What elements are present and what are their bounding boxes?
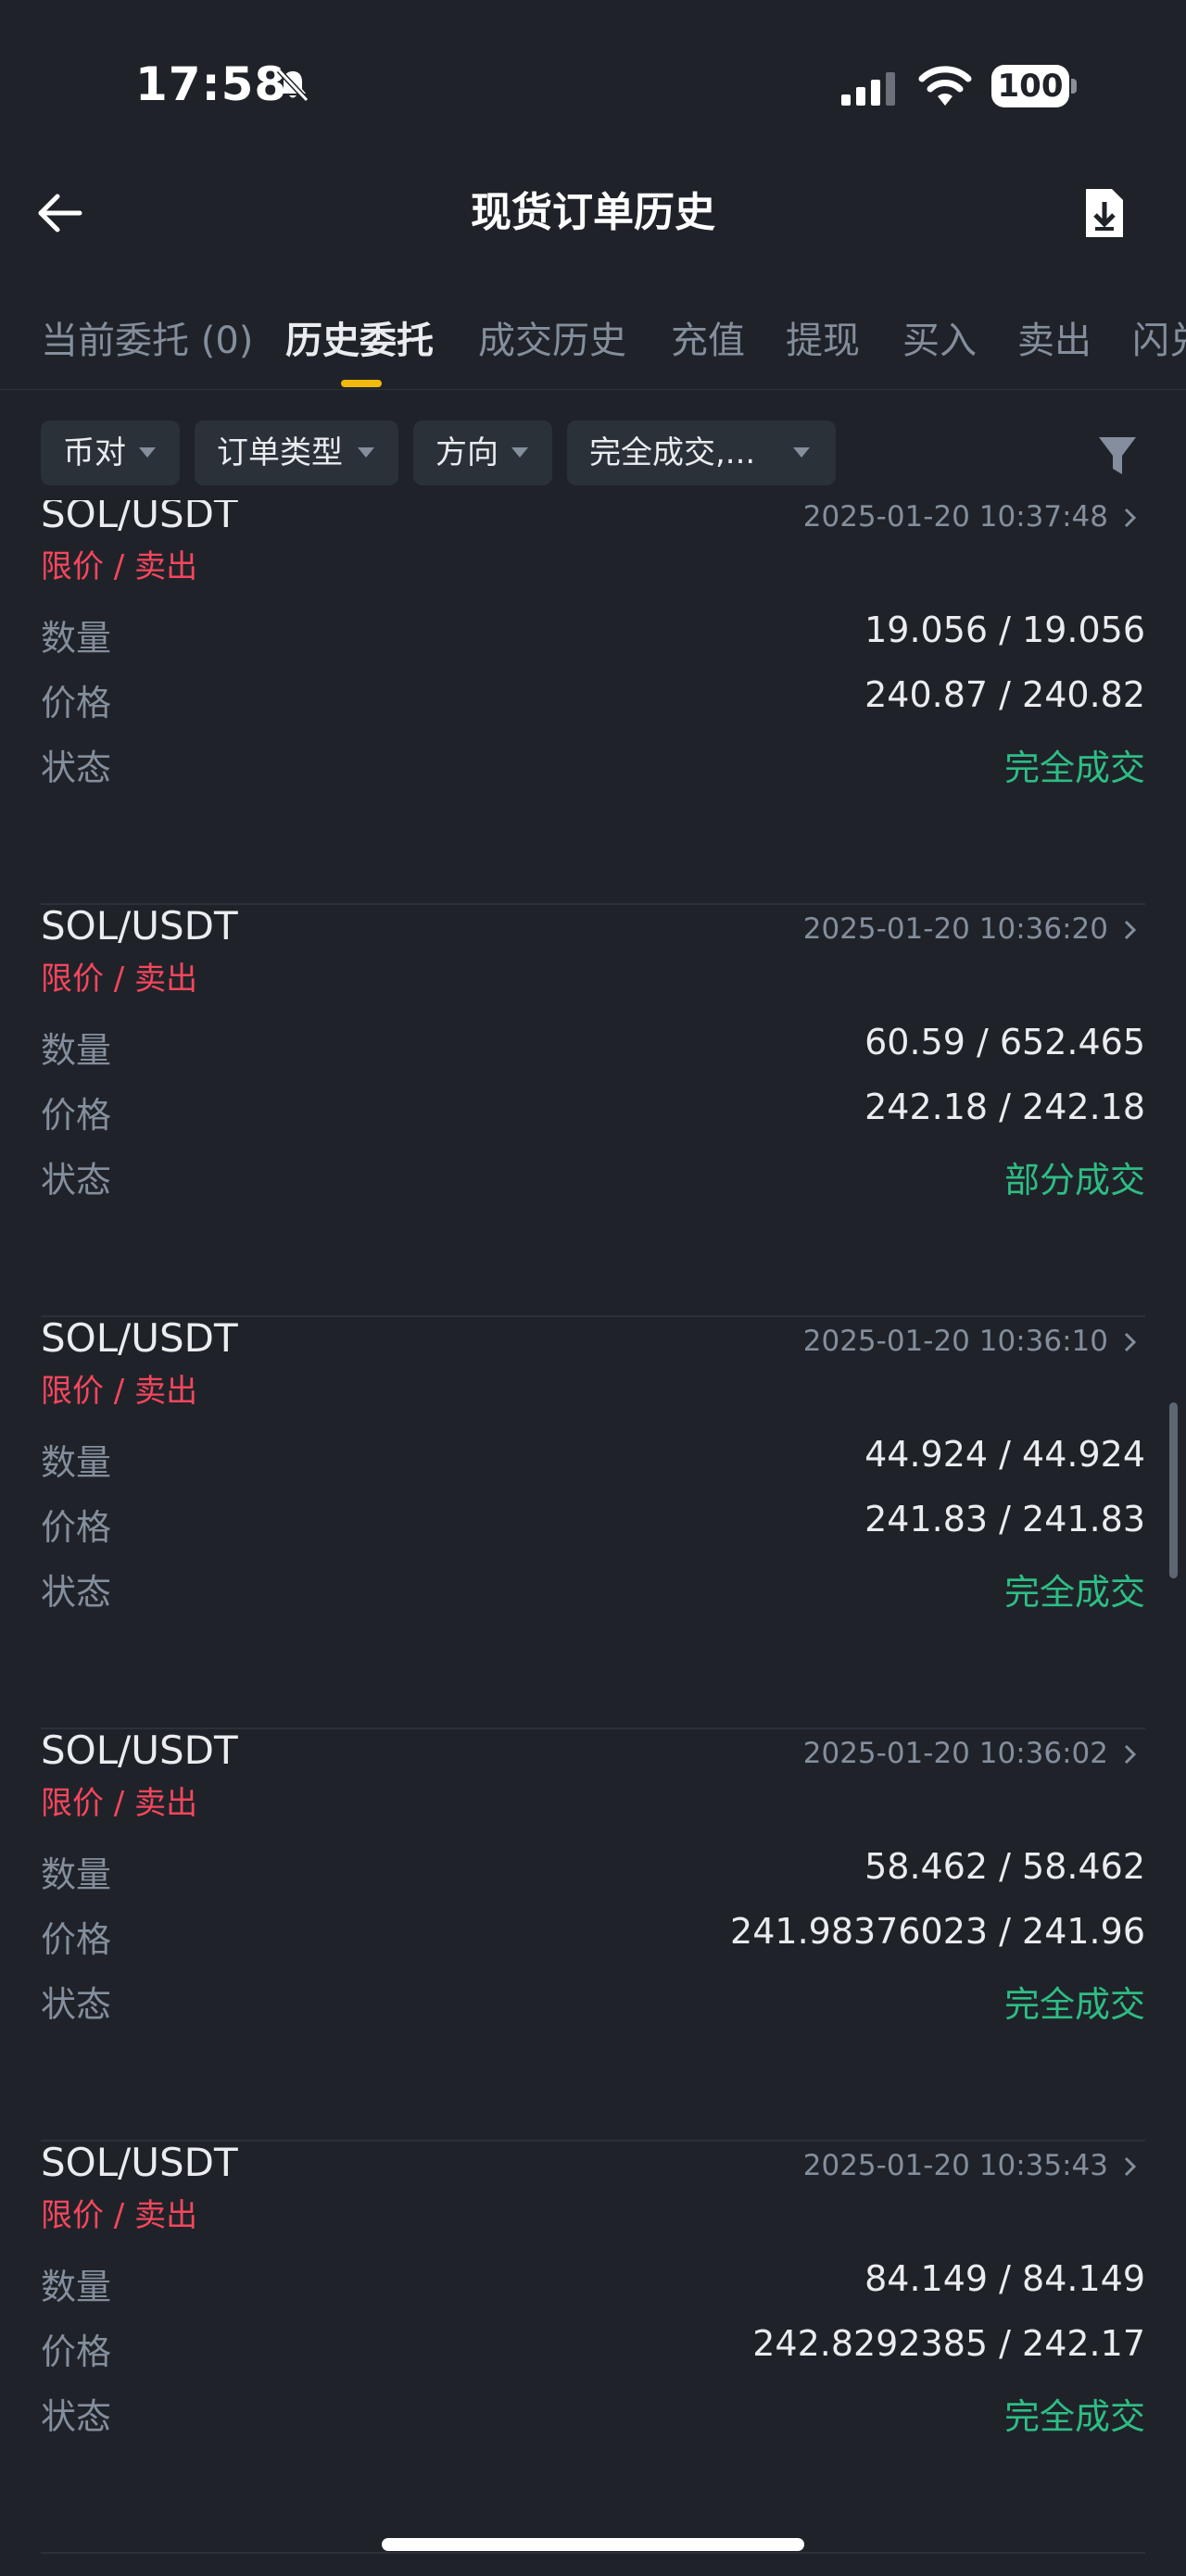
order-pair: SOL/USDT [41, 903, 238, 949]
status-value: 完全成交 [1003, 748, 1145, 788]
status-value: 完全成交 [1003, 1572, 1145, 1613]
status-value: 部分成交 [1003, 1160, 1145, 1200]
quantity-value: 44.924 / 44.924 [864, 1434, 1145, 1475]
order-pair: SOL/USDT [41, 1315, 238, 1361]
price-label: 价格 [41, 1919, 112, 1960]
filter-bar: 币对 订单类型 方向 完全成交,... [0, 408, 1186, 500]
status-label: 状态 [41, 1160, 112, 1200]
chevron-right-icon[interactable] [1121, 504, 1140, 532]
status-value: 完全成交 [1003, 1984, 1145, 2025]
order-side: 限价 / 卖出 [41, 1373, 198, 1410]
quantity-label: 数量 [41, 618, 112, 659]
caret-down-icon [358, 447, 374, 458]
status-time: 17:58 [135, 57, 288, 111]
screen: 17:58 100 现货订单历史 当前委托 (0) 历史委托 成交历史 充值 提… [0, 0, 1186, 2576]
quantity-label: 数量 [41, 1442, 112, 1483]
chevron-right-icon[interactable] [1121, 1328, 1140, 1356]
battery-cap [1071, 79, 1077, 94]
quantity-value: 60.59 / 652.465 [864, 1022, 1145, 1062]
battery-level: 100 [997, 68, 1064, 105]
order-card[interactable]: SOL/USDT 限价 / 卖出 2025-01-20 10:36:10 数量 … [41, 1315, 1145, 1729]
price-value: 242.8292385 / 242.17 [752, 2323, 1145, 2364]
tab-convert[interactable]: 闪兑 [1132, 313, 1186, 369]
order-pair: SOL/USDT [41, 500, 238, 536]
quantity-value: 84.149 / 84.149 [864, 2258, 1145, 2299]
caret-down-icon [511, 447, 528, 458]
wifi-icon [918, 66, 972, 106]
order-datetime: 2025-01-20 10:36:20 [802, 912, 1108, 946]
order-tabs: 当前委托 (0) 历史委托 成交历史 充值 提现 买入 卖出 闪兑 [0, 296, 1186, 390]
filter-status-dropdown[interactable]: 完全成交,... [567, 421, 836, 485]
list-scrollbar[interactable] [1169, 1402, 1178, 1578]
order-card[interactable]: SOL/USDT 限价 / 卖出 2025-01-20 10:36:20 数量 … [41, 903, 1145, 1317]
filter-pair-label: 币对 [63, 434, 126, 471]
filter-pair-dropdown[interactable]: 币对 [41, 421, 180, 485]
order-pair: SOL/USDT [41, 1728, 238, 1773]
tab-trade-history[interactable]: 成交历史 [478, 313, 626, 369]
chevron-right-icon[interactable] [1121, 916, 1140, 944]
price-value: 241.98376023 / 241.96 [730, 1911, 1145, 1952]
order-list: SOL/USDT 限价 / 卖出 2025-01-20 10:37:48 数量 … [0, 500, 1186, 2576]
status-label: 状态 [41, 1984, 112, 2025]
active-tab-indicator [341, 380, 382, 387]
quantity-value: 58.462 / 58.462 [864, 1846, 1145, 1887]
quantity-value: 19.056 / 19.056 [864, 609, 1145, 650]
price-label: 价格 [41, 1095, 112, 1136]
price-label: 价格 [41, 683, 112, 723]
tab-withdraw[interactable]: 提现 [786, 313, 860, 369]
chevron-right-icon[interactable] [1121, 1740, 1140, 1768]
filter-type-dropdown[interactable]: 订单类型 [195, 421, 398, 485]
status-value: 完全成交 [1003, 2396, 1145, 2437]
order-card[interactable]: SOL/USDT 限价 / 卖出 2025-01-20 10:36:02 数量 … [41, 1728, 1145, 2142]
chevron-right-icon[interactable] [1121, 2153, 1140, 2180]
cellular-signal-icon [841, 72, 895, 106]
filter-type-label: 订单类型 [217, 434, 343, 471]
status-label: 状态 [41, 1572, 112, 1613]
filter-direction-label: 方向 [435, 434, 498, 471]
price-value: 240.87 / 240.82 [864, 674, 1145, 715]
order-datetime: 2025-01-20 10:36:02 [802, 1737, 1108, 1770]
bell-muted-icon [276, 68, 309, 103]
order-side: 限价 / 卖出 [41, 961, 198, 998]
caret-down-icon [793, 447, 810, 458]
filter-direction-dropdown[interactable]: 方向 [413, 421, 552, 485]
quantity-label: 数量 [41, 2267, 112, 2307]
tab-buy[interactable]: 买入 [902, 313, 977, 369]
order-side: 限价 / 卖出 [41, 1785, 198, 1822]
order-pair: SOL/USDT [41, 2140, 238, 2185]
order-side: 限价 / 卖出 [41, 2197, 198, 2234]
status-label: 状态 [41, 2396, 112, 2437]
price-label: 价格 [41, 2331, 112, 2372]
status-bar: 17:58 100 [0, 0, 1186, 167]
order-datetime: 2025-01-20 10:35:43 [802, 2149, 1108, 2182]
price-value: 241.83 / 241.83 [864, 1499, 1145, 1539]
tab-order-history[interactable]: 历史委托 [285, 313, 434, 369]
price-value: 242.18 / 242.18 [864, 1087, 1145, 1127]
tab-open-orders[interactable]: 当前委托 (0) [41, 313, 253, 369]
filter-status-label: 完全成交,... [589, 434, 756, 471]
order-card[interactable]: SOL/USDT 限价 / 卖出 2025-01-20 10:37:48 数量 … [41, 500, 1145, 905]
home-indicator[interactable] [382, 2538, 804, 2551]
order-side: 限价 / 卖出 [41, 548, 198, 585]
status-label: 状态 [41, 748, 112, 788]
price-label: 价格 [41, 1507, 112, 1548]
order-datetime: 2025-01-20 10:36:10 [802, 1325, 1108, 1358]
battery-indicator: 100 [991, 65, 1077, 109]
order-datetime: 2025-01-20 10:37:48 [802, 500, 1108, 534]
funnel-icon[interactable] [1097, 434, 1138, 478]
quantity-label: 数量 [41, 1030, 112, 1071]
quantity-label: 数量 [41, 1854, 112, 1895]
page-title: 现货订单历史 [471, 189, 715, 236]
tab-deposit[interactable]: 充值 [671, 313, 745, 369]
back-arrow-icon[interactable] [33, 185, 89, 241]
tab-sell[interactable]: 卖出 [1017, 313, 1091, 369]
order-card[interactable]: SOL/USDT 限价 / 卖出 2025-01-20 10:35:43 数量 … [41, 2140, 1145, 2554]
header: 现货订单历史 [0, 167, 1186, 259]
download-document-icon[interactable] [1082, 187, 1127, 239]
caret-down-icon [139, 447, 156, 458]
